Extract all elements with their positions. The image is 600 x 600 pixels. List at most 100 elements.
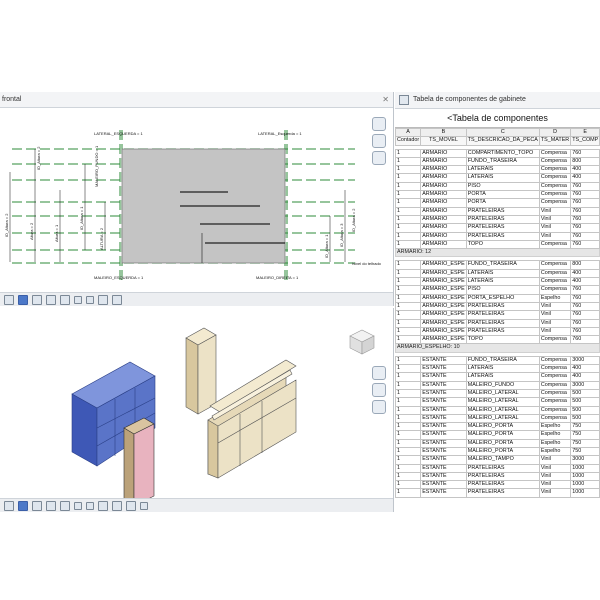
table-row[interactable]: 1 ARMARIO_ESPE LATERAIS Compensa 400	[395, 277, 600, 287]
table-cell[interactable]: Vinil	[538, 480, 572, 490]
temporary-hide-icon[interactable]	[98, 294, 108, 305]
table-cell[interactable]: ARMARIO	[420, 156, 467, 167]
table-row[interactable]: 1 ESTANTE MALEIRO_FUNDO Compensa 3000	[395, 380, 600, 390]
sun-path-icon[interactable]	[46, 294, 56, 305]
table-cell[interactable]: 760	[570, 181, 600, 192]
table-cell[interactable]: LATERAIS	[465, 173, 540, 183]
column-letter[interactable]: C	[465, 127, 540, 138]
table-cell[interactable]: 500	[570, 405, 600, 415]
table-cell[interactable]: Compensa	[538, 405, 572, 415]
table-cell[interactable]: PRATELEIRAS	[465, 463, 540, 473]
table-row[interactable]: 1 ESTANTE MALEIRO_TAMPO Vinil 3000	[395, 455, 600, 465]
table-cell[interactable]: 760	[570, 318, 600, 328]
table-cell[interactable]: 750	[570, 446, 600, 457]
table-cell[interactable]: ESTANTE	[420, 455, 467, 465]
table-cell[interactable]: PISO	[465, 181, 540, 192]
table-cell[interactable]: ARMARIO	[420, 165, 467, 175]
table-cell[interactable]: 760	[570, 148, 600, 158]
table-cell[interactable]: Vinil	[538, 471, 572, 482]
table-cell[interactable]: 400	[570, 165, 600, 175]
table-cell[interactable]: LATERAIS	[465, 165, 540, 175]
table-cell[interactable]: 1	[395, 471, 422, 482]
table-cell[interactable]: ESTANTE	[420, 413, 467, 424]
table-cell[interactable]: ARMARIO_ESPE	[420, 268, 467, 279]
table-cell[interactable]: Espelho	[538, 422, 572, 432]
table-row[interactable]: 1 ESTANTE LATERAIS Compensa 400	[395, 372, 600, 382]
table-cell[interactable]: 760	[570, 326, 600, 337]
table-cell[interactable]: Vinil	[538, 326, 572, 337]
steering-wheel-icon[interactable]	[372, 366, 386, 380]
table-cell[interactable]: 1	[395, 156, 422, 167]
table-cell[interactable]: PRATELEIRAS	[465, 301, 540, 312]
table-row[interactable]: 1 ARMARIO PRATELEIRAS Vinil 760	[395, 214, 600, 225]
detail-level-icon[interactable]	[18, 294, 28, 305]
table-cell[interactable]: ARMARIO_ESPE	[420, 301, 467, 312]
3d-view[interactable]	[0, 308, 394, 512]
visual-style-icon[interactable]	[32, 500, 42, 511]
table-cell[interactable]: Compensa	[538, 239, 572, 250]
table-cell[interactable]: ARMARIO	[420, 181, 467, 192]
table-cell[interactable]: ESTANTE	[420, 372, 467, 382]
table-cell[interactable]: ARMARIO_ESPE	[420, 310, 467, 320]
table-cell[interactable]: PRATELEIRAS	[465, 480, 540, 490]
table-cell[interactable]: PRATELEIRAS	[465, 310, 540, 320]
column-header[interactable]: Contador	[395, 136, 422, 146]
column-header[interactable]: TS_MATER	[538, 136, 572, 146]
table-row[interactable]: 1 ESTANTE LATERAIS Compensa 400	[395, 363, 600, 374]
table-row[interactable]: 1 ESTANTE MALEIRO_LATERAL Compensa 500	[395, 388, 600, 399]
table-cell[interactable]: 1	[395, 198, 422, 208]
table-row[interactable]: 1 ARMARIO_ESPE PISO Compensa 760	[395, 285, 600, 295]
table-cell[interactable]: 1000	[570, 463, 600, 473]
table-cell[interactable]: COMPARTIMENTO_TOPO	[465, 148, 540, 158]
table-cell[interactable]: 1	[395, 214, 422, 225]
table-cell[interactable]: PRATELEIRAS	[465, 318, 540, 328]
column-letter[interactable]: E	[570, 127, 600, 138]
table-cell[interactable]: 500	[570, 413, 600, 424]
table-cell[interactable]: Vinil	[538, 310, 572, 320]
table-cell[interactable]: PORTA	[465, 190, 540, 200]
crop-icon[interactable]	[86, 501, 94, 510]
table-cell[interactable]: 1	[395, 301, 422, 312]
table-cell[interactable]: PRATELEIRAS	[465, 326, 540, 337]
sun-path-icon[interactable]	[46, 500, 56, 511]
table-cell[interactable]: ARMARIO	[420, 206, 467, 216]
table-cell[interactable]: 1	[395, 388, 422, 399]
table-row[interactable]: 1 ARMARIO FUNDO_TRASEIRA Compensa 800	[395, 156, 600, 167]
table-cell[interactable]: 1	[395, 380, 422, 390]
table-row[interactable]: 1 ESTANTE PRATELEIRAS Vinil 1000	[395, 480, 600, 490]
table-cell[interactable]: 750	[570, 430, 600, 440]
table-row[interactable]: 1 ESTANTE MALEIRO_PORTA Espelho 750	[395, 430, 600, 440]
table-cell[interactable]: Compensa	[538, 173, 572, 183]
table-cell[interactable]: FUNDO_TRASEIRA	[465, 156, 540, 167]
table-row[interactable]: 1 ESTANTE PRATELEIRAS Vinil 1000	[395, 463, 600, 473]
table-cell[interactable]: 760	[570, 214, 600, 225]
table-row[interactable]: 1 ARMARIO_ESPE LATERAIS Compensa 400	[395, 268, 600, 279]
table-cell[interactable]: PISO	[465, 285, 540, 295]
table-cell[interactable]: 1	[395, 293, 422, 303]
table-cell[interactable]: Compensa	[538, 156, 572, 167]
zoom-icon[interactable]	[372, 383, 386, 397]
table-cell[interactable]: Vinil	[538, 318, 572, 328]
table-cell[interactable]: 400	[570, 268, 600, 279]
detail-level-icon[interactable]	[18, 500, 28, 511]
table-cell[interactable]: ESTANTE	[420, 446, 467, 457]
table-cell[interactable]: 1	[395, 326, 422, 337]
table-cell[interactable]: ARMARIO	[420, 214, 467, 225]
table-row[interactable]: 1 ESTANTE MALEIRO_PORTA Espelho 750	[395, 446, 600, 457]
column-header[interactable]: TS_DESCRICAO_DA_PECA	[465, 136, 540, 146]
table-cell[interactable]: 760	[570, 198, 600, 208]
table-row[interactable]: 1 ARMARIO_ESPE PORTA_ESPELHO Espelho 760	[395, 293, 600, 303]
reveal-hidden-icon[interactable]	[126, 500, 136, 511]
table-cell[interactable]: PRATELEIRAS	[465, 223, 540, 233]
scale-icon[interactable]	[4, 500, 14, 511]
table-cell[interactable]: 1	[395, 148, 422, 158]
table-cell[interactable]: Compensa	[538, 198, 572, 208]
table-cell[interactable]: 1000	[570, 471, 600, 482]
column-letter[interactable]: D	[538, 127, 572, 138]
table-cell[interactable]: 1	[395, 430, 422, 440]
table-cell[interactable]: 1	[395, 285, 422, 295]
temporary-hide-icon[interactable]	[112, 500, 122, 511]
table-cell[interactable]: Espelho	[538, 430, 572, 440]
table-cell[interactable]: ARMARIO_ESPE	[420, 285, 467, 295]
column-letter[interactable]: B	[420, 127, 467, 138]
